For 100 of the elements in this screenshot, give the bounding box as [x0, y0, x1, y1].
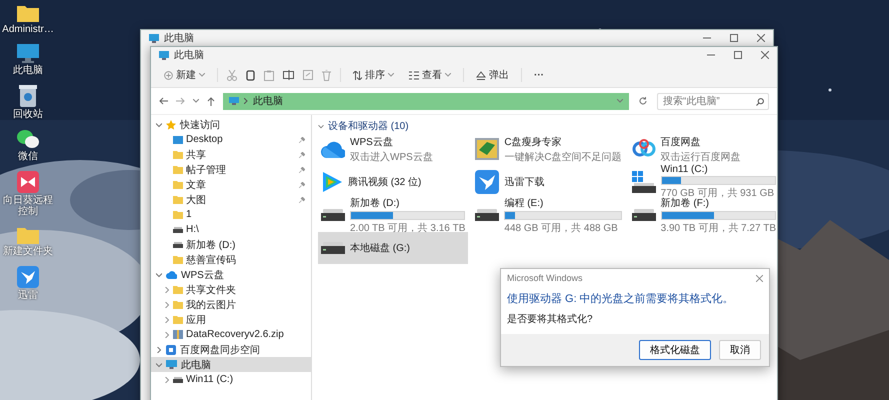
- nav-item[interactable]: 文章: [151, 177, 311, 192]
- chevron-icon[interactable]: [164, 332, 170, 338]
- nav-item[interactable]: 慈善宣传码: [151, 252, 311, 267]
- drive-item[interactable]: 编程 (E:) 448 GB 可用，共 488 GB: [472, 199, 625, 231]
- desktop-icon-label: 微信: [17, 151, 39, 162]
- nav-item[interactable]: 帖子管理: [151, 162, 311, 177]
- pin-icon[interactable]: [299, 136, 305, 142]
- chevron-icon[interactable]: [244, 98, 248, 104]
- app-item[interactable]: C盘瘦身专家 一键解决C盘空间不足问题: [472, 133, 625, 165]
- desktop-icon: [173, 136, 183, 144]
- section-header[interactable]: 设备和驱动器 (10): [318, 119, 780, 133]
- bow-icon[interactable]: [17, 171, 39, 193]
- drive-icon: [173, 226, 183, 232]
- cancel-button[interactable]: 取消: [719, 340, 761, 360]
- nav-item[interactable]: WPS云盘: [151, 267, 311, 282]
- pin-icon[interactable]: [299, 196, 305, 202]
- drive-item[interactable]: 新加卷 (D:) 2.00 TB 可用，共 3.16 TB: [318, 199, 468, 231]
- nav-item[interactable]: Desktop: [151, 132, 311, 147]
- desktop-icon-label: 迅雷: [17, 290, 39, 301]
- maximize-icon[interactable]: [734, 51, 742, 59]
- sort-button[interactable]: 排序: [350, 66, 397, 84]
- copy-icon[interactable]: [246, 70, 255, 80]
- dialog-title: Microsoft Windows: [507, 273, 583, 283]
- chevron-icon[interactable]: [164, 316, 170, 322]
- drive-item[interactable]: Win11 (C:) 770 GB 可用，共 931 GB: [628, 166, 780, 198]
- up-arrow-icon[interactable]: [207, 96, 215, 106]
- rename-icon[interactable]: [283, 70, 294, 80]
- nav-item[interactable]: 百度网盘同步空间: [151, 342, 311, 357]
- new-button[interactable]: 新建: [161, 66, 208, 84]
- desktop-icon-label: 回收站: [12, 109, 44, 120]
- chat-bubbles-icon[interactable]: [17, 129, 39, 149]
- more-button[interactable]: ···: [531, 68, 547, 82]
- nav-item[interactable]: 新加卷 (D:): [151, 237, 311, 252]
- share-icon[interactable]: [303, 70, 313, 80]
- clipboard-icon[interactable]: [264, 70, 274, 80]
- chevron-icon[interactable]: [156, 346, 162, 352]
- close-icon[interactable]: [757, 34, 765, 42]
- app-icon: [166, 344, 176, 354]
- bird-icon[interactable]: [17, 266, 39, 288]
- maximize-icon[interactable]: [730, 34, 738, 42]
- nav-item[interactable]: 我的云图片: [151, 297, 311, 312]
- nav-item[interactable]: 1: [151, 207, 311, 222]
- caret-icon: [445, 73, 451, 77]
- search-icon[interactable]: [756, 98, 764, 106]
- nav-item[interactable]: DataRecoveryv2.6.zip: [151, 327, 311, 342]
- chevron-icon[interactable]: [164, 286, 170, 292]
- back-arrow-icon[interactable]: [159, 97, 168, 105]
- nav-item[interactable]: H:\: [151, 222, 311, 237]
- app-item[interactable]: WPS云盘 双击进入WPS云盘: [318, 133, 468, 165]
- search-field[interactable]: 搜索“此电脑”: [657, 92, 769, 110]
- app-item[interactable]: 迅雷下载: [472, 166, 625, 198]
- format-button[interactable]: 格式化磁盘: [639, 340, 711, 360]
- nav-item[interactable]: 共享: [151, 147, 311, 162]
- nav-item[interactable]: Win11 (C:): [151, 372, 311, 387]
- address-bar[interactable]: 此电脑: [223, 92, 629, 110]
- nav-item[interactable]: 快速访问: [151, 117, 311, 132]
- recycle-bin-icon[interactable]: [19, 85, 37, 107]
- nav-item[interactable]: 此电脑: [151, 357, 311, 372]
- close-icon[interactable]: [756, 274, 763, 282]
- monitor-icon: [159, 50, 169, 60]
- chevron-icon[interactable]: [318, 124, 324, 128]
- folder-icon: [173, 256, 183, 264]
- monitor-icon[interactable]: [17, 44, 39, 63]
- list-icon: [409, 70, 419, 80]
- caret-icon[interactable]: [193, 99, 199, 103]
- nav-item[interactable]: 应用: [151, 312, 311, 327]
- dialog-message: 使用驱动器 G: 中的光盘之前需要将其格式化。: [506, 292, 735, 306]
- chevron-icon[interactable]: [156, 272, 162, 278]
- nav-item[interactable]: 大图: [151, 192, 311, 207]
- refresh-icon[interactable]: [639, 97, 647, 105]
- monitor-icon: [149, 34, 159, 42]
- app-item[interactable]: 腾讯视频 (32 位): [318, 166, 468, 198]
- drive-icon: [321, 209, 345, 221]
- trash-icon[interactable]: [322, 70, 331, 80]
- caret-icon[interactable]: [617, 99, 623, 103]
- app-icon: [475, 138, 500, 160]
- chevron-icon[interactable]: [156, 362, 162, 368]
- folder-icon[interactable]: [17, 4, 39, 22]
- close-icon[interactable]: [761, 51, 769, 59]
- chevron-icon[interactable]: [156, 122, 162, 128]
- star-icon: [166, 120, 176, 130]
- chevron-icon[interactable]: [164, 376, 170, 382]
- drive-item[interactable]: 新加卷 (F:) 3.90 TB 可用，共 7.27 TB: [628, 199, 780, 231]
- pin-icon[interactable]: [299, 152, 305, 158]
- drive-item[interactable]: 本地磁盘 (G:): [318, 232, 468, 264]
- drive-icon: [632, 171, 656, 193]
- monitor-icon: [229, 97, 239, 105]
- caret-icon: [199, 73, 205, 77]
- nav-item[interactable]: 共享文件夹: [151, 282, 311, 297]
- view-button[interactable]: 查看: [406, 66, 454, 84]
- pin-icon[interactable]: [299, 182, 305, 188]
- dialog-question: 是否要将其格式化?: [506, 312, 594, 327]
- chevron-icon[interactable]: [164, 302, 170, 308]
- app-item[interactable]: 百度网盘 双击运行百度网盘: [628, 133, 780, 165]
- play-icon: [321, 171, 343, 193]
- drive-icon: [475, 209, 500, 221]
- forward-arrow-icon[interactable]: [176, 97, 185, 105]
- scissors-icon[interactable]: [227, 70, 237, 80]
- eject-button[interactable]: 弹出: [473, 66, 512, 84]
- pin-icon[interactable]: [299, 166, 305, 172]
